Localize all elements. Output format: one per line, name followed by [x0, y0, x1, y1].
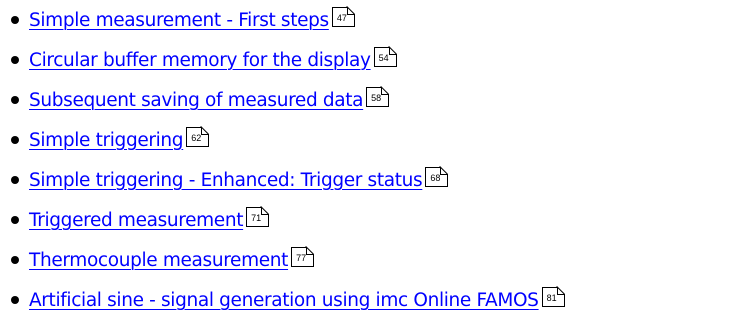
page-fold-icon	[346, 7, 355, 15]
page-fold-icon	[261, 207, 270, 215]
bullet-icon	[11, 176, 19, 184]
topic-link[interactable]: Simple measurement - First steps	[29, 10, 329, 31]
page-number: 62	[191, 133, 202, 143]
list-item: Circular buffer memory for the display 5…	[0, 42, 397, 78]
bullet-icon	[11, 56, 19, 64]
page-number: 54	[378, 53, 389, 63]
topic-link[interactable]: Triggered measurement	[29, 210, 243, 231]
page-reference-link[interactable]: 54	[373, 47, 397, 67]
page-number: 58	[371, 93, 382, 103]
bullet-icon	[11, 296, 19, 304]
page-reference-link[interactable]: 77	[291, 247, 315, 267]
page-fold-icon	[201, 127, 210, 135]
page-fold-icon	[440, 167, 449, 175]
list-item: Simple triggering 62	[0, 122, 210, 158]
list-item: Simple measurement - First steps 47	[0, 2, 355, 38]
page-reference-link[interactable]: 47	[331, 7, 355, 27]
page-number: 71	[251, 213, 262, 223]
page-number: 47	[336, 13, 347, 23]
page-reference-link[interactable]: 71	[246, 207, 270, 227]
topic-link[interactable]: Artificial sine - signal generation usin…	[29, 290, 539, 311]
page-fold-icon	[388, 47, 397, 55]
page-fold-icon	[556, 287, 565, 295]
page-reference-link[interactable]: 58	[366, 87, 390, 107]
list-item: Subsequent saving of measured data 58	[0, 82, 390, 118]
page-reference-link[interactable]: 81	[541, 287, 565, 307]
list-item: Simple triggering - Enhanced: Trigger st…	[0, 162, 449, 198]
list-item: Triggered measurement 71	[0, 202, 270, 238]
page-number: 77	[296, 253, 307, 263]
topic-link[interactable]: Subsequent saving of measured data	[29, 90, 364, 111]
page-number: 81	[546, 293, 557, 303]
bullet-icon	[11, 216, 19, 224]
topic-link[interactable]: Simple triggering	[29, 130, 184, 151]
page-reference-link[interactable]: 68	[425, 167, 449, 187]
bullet-icon	[11, 256, 19, 264]
topic-link[interactable]: Simple triggering - Enhanced: Trigger st…	[29, 170, 423, 191]
page-fold-icon	[306, 247, 315, 255]
bullet-icon	[11, 136, 19, 144]
bullet-icon	[11, 16, 19, 24]
list-item: Thermocouple measurement 77	[0, 242, 315, 278]
topic-link[interactable]: Circular buffer memory for the display	[29, 50, 371, 71]
page-reference-link[interactable]: 62	[186, 127, 210, 147]
topic-link[interactable]: Thermocouple measurement	[29, 250, 288, 271]
list-item: Artificial sine - signal generation usin…	[0, 282, 565, 318]
page-fold-icon	[381, 87, 390, 95]
bullet-icon	[11, 96, 19, 104]
page-number: 68	[430, 173, 441, 183]
